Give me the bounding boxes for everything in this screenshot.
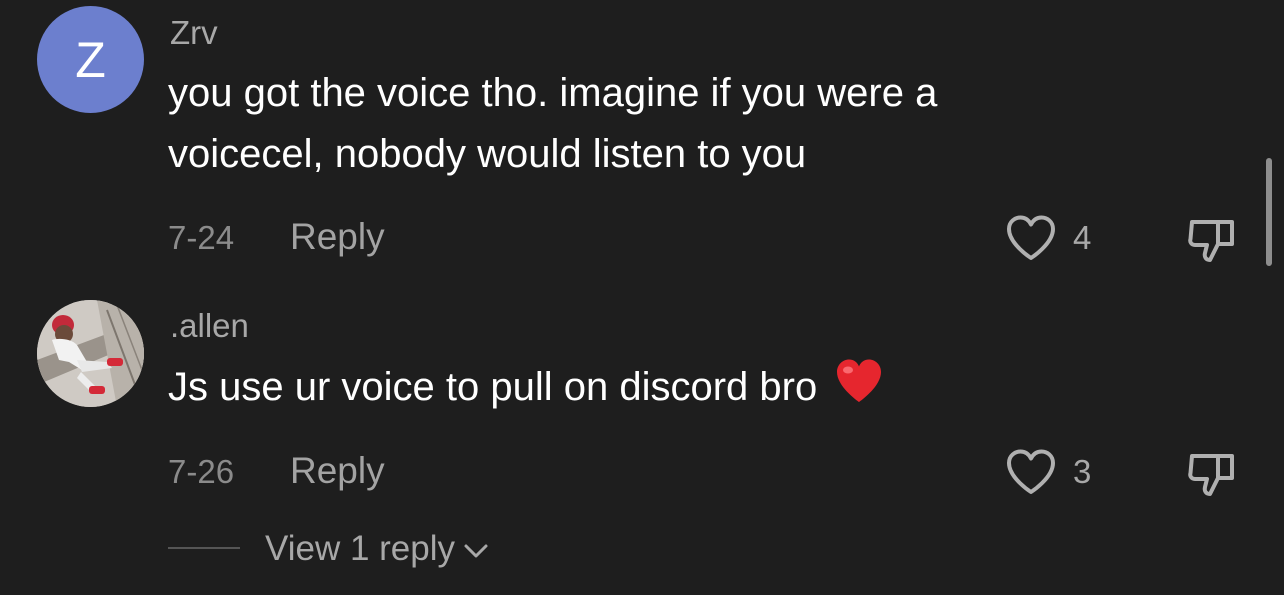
reply-button[interactable]: Reply	[290, 450, 385, 492]
avatar-zrv[interactable]: Z	[37, 6, 144, 113]
comment-text-body: Js use ur voice to pull on discord bro	[168, 365, 818, 409]
comment-username[interactable]: Zrv	[170, 14, 218, 52]
comment-text-line-1: you got the voice tho. imagine if you we…	[168, 71, 938, 115]
comment-date: 7-26	[168, 453, 235, 490]
dislike-button[interactable]	[1186, 448, 1238, 500]
heart-outline-icon	[1007, 449, 1055, 494]
view-replies-label: View 1 reply	[265, 529, 456, 568]
dislike-button[interactable]	[1186, 214, 1238, 266]
like-count: 3	[1073, 453, 1092, 490]
like-button[interactable]: 3	[1005, 448, 1091, 496]
scrollbar[interactable]	[1266, 158, 1272, 266]
heart-outline-icon	[1007, 215, 1055, 260]
red-heart-emoji	[837, 359, 882, 402]
avatar-photo	[37, 300, 144, 407]
comment-text-line-2: voicecel, nobody would listen to you	[168, 132, 807, 176]
like-button[interactable]: 4	[1005, 214, 1091, 262]
thumbs-down-icon	[1188, 454, 1234, 496]
comment-date: 7-24	[168, 219, 235, 256]
thumbs-down-icon	[1188, 220, 1234, 262]
view-replies-divider	[168, 547, 240, 549]
comment-username[interactable]: .allen	[170, 307, 249, 345]
avatar-allen[interactable]	[37, 300, 144, 407]
comment-text: Js use ur voice to pull on discord bro	[168, 356, 1148, 418]
chevron-down-icon	[464, 544, 488, 558]
reply-button[interactable]: Reply	[290, 216, 385, 258]
like-count: 4	[1073, 219, 1092, 256]
comments-screen: Z Zrv you got the voice tho. imagine if …	[0, 0, 1284, 595]
avatar-letter: Z	[75, 31, 106, 88]
view-replies-button[interactable]: View 1 reply	[265, 528, 489, 570]
